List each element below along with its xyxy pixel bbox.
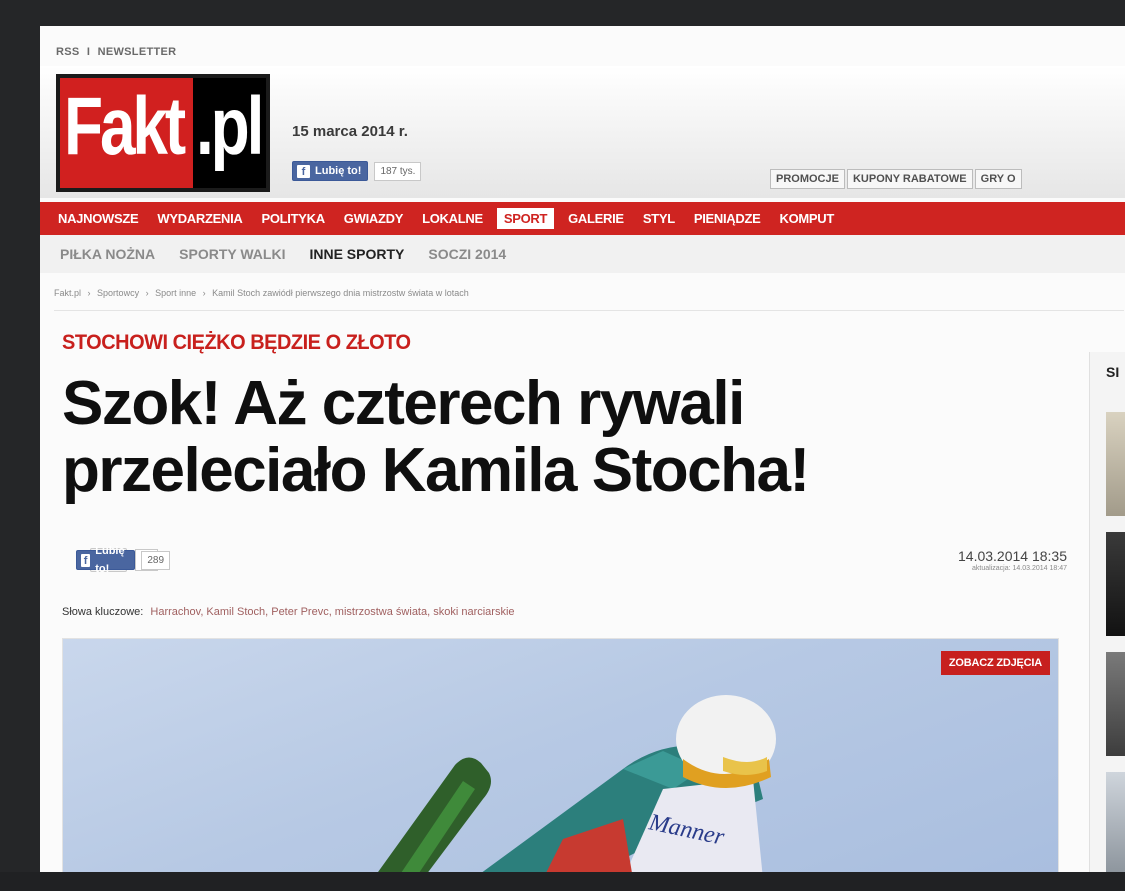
browser-page: RSS I NEWSLETTER Fakt .pl 15 marca 2014 … bbox=[40, 26, 1125, 872]
separator: I bbox=[86, 46, 91, 58]
article-photo[interactable]: Manner ZOBACZ ZDJĘCIA bbox=[62, 638, 1059, 872]
publish-info: 14.03.2014 18:35 aktualizacja: 14.03.201… bbox=[958, 548, 1067, 572]
breadcrumb-home[interactable]: Fakt.pl bbox=[54, 288, 81, 298]
nav-item-komputery[interactable]: KOMPUT bbox=[780, 211, 835, 226]
header-date: 15 marca 2014 r. bbox=[292, 123, 408, 140]
article-headline: Szok! Aż czterech rywali przeleciało Kam… bbox=[62, 369, 810, 505]
see-photos-button[interactable]: ZOBACZ ZDJĘCIA bbox=[940, 651, 1050, 675]
subnav-item-pilka-nozna[interactable]: PIŁKA NOŻNA bbox=[60, 246, 155, 262]
article-social-bar: f Lubię to! 289 g+1 0 bbox=[76, 545, 171, 575]
nav-item-wydarzenia[interactable]: WYDARZENIA bbox=[157, 211, 242, 226]
sidebar-thumbnail[interactable] bbox=[1106, 772, 1125, 872]
main-nav: NAJNOWSZE WYDARZENIA POLITYKA GWIAZDY LO… bbox=[40, 202, 1125, 235]
article-facebook-like: f Lubię to! 289 bbox=[76, 545, 171, 575]
sidebar-thumbnail[interactable] bbox=[1106, 652, 1125, 756]
header-link-promocje[interactable]: PROMOCJE bbox=[770, 169, 845, 189]
newsletter-link[interactable]: NEWSLETTER bbox=[98, 46, 177, 58]
nav-item-najnowsze[interactable]: NAJNOWSZE bbox=[58, 211, 139, 226]
sidebar-title: SI bbox=[1106, 364, 1120, 380]
sidebar: SI bbox=[1089, 352, 1125, 872]
ski-jumper-image: Manner bbox=[378, 695, 776, 872]
article-keywords: Słowa kluczowe: Harrachov, Kamil Stoch, … bbox=[62, 606, 515, 618]
subnav-item-sporty-walki[interactable]: SPORTY WALKI bbox=[179, 246, 285, 262]
nav-item-styl[interactable]: STYL bbox=[643, 211, 675, 226]
breadcrumb-sportowcy[interactable]: Sportowcy bbox=[97, 288, 139, 298]
breadcrumb: Fakt.pl › Sportowcy › Sport inne › Kamil… bbox=[54, 288, 473, 298]
update-date: aktualizacja: 14.03.2014 18:47 bbox=[972, 565, 1067, 572]
logo-text-pl: .pl bbox=[196, 81, 264, 172]
nav-item-pieniadze[interactable]: PIENIĄDZE bbox=[694, 211, 761, 226]
nav-item-galerie[interactable]: GALERIE bbox=[568, 211, 624, 226]
nav-item-sport[interactable]: SPORT bbox=[496, 208, 555, 229]
nav-item-lokalne[interactable]: LOKALNE bbox=[422, 211, 483, 226]
sidebar-thumbnail[interactable] bbox=[1106, 412, 1125, 516]
header-link-gry[interactable]: GRY O bbox=[974, 169, 1022, 189]
breadcrumb-separator: › bbox=[202, 288, 206, 298]
top-links: RSS I NEWSLETTER bbox=[54, 46, 178, 58]
facebook-like-count: 289 bbox=[141, 550, 171, 570]
facebook-like-label: Lubię to! bbox=[315, 165, 362, 177]
breadcrumb-current: Kamil Stoch zawiódł pierwszego dnia mist… bbox=[212, 288, 469, 298]
facebook-like-button[interactable]: f Lubię to! bbox=[76, 545, 136, 575]
article-kicker: STOCHOWI CIĘŻKO BĘDZIE O ZŁOTO bbox=[62, 331, 411, 354]
rss-link[interactable]: RSS bbox=[56, 46, 80, 58]
subnav-item-soczi[interactable]: SOCZI 2014 bbox=[428, 246, 506, 262]
facebook-icon: f bbox=[297, 164, 310, 178]
sub-nav: PIŁKA NOŻNA SPORTY WALKI INNE SPORTY SOC… bbox=[40, 235, 1125, 273]
logo-text-fakt: Fakt bbox=[64, 81, 186, 172]
facebook-like-label: Lubię to! bbox=[95, 545, 125, 575]
breadcrumb-sport-inne[interactable]: Sport inne bbox=[155, 288, 196, 298]
subnav-item-inne-sporty[interactable]: INNE SPORTY bbox=[309, 246, 404, 262]
facebook-like-count: 187 tys. bbox=[374, 161, 422, 181]
keywords-label: Słowa kluczowe: bbox=[62, 606, 144, 618]
sidebar-thumbnail[interactable] bbox=[1106, 532, 1125, 636]
bottom-bar bbox=[0, 872, 1125, 891]
header-links: PROMOCJE KUPONY RABATOWE GRY O bbox=[770, 169, 1024, 189]
breadcrumb-separator: › bbox=[145, 288, 149, 298]
site-logo[interactable]: Fakt .pl bbox=[56, 74, 270, 192]
nav-item-polityka[interactable]: POLITYKA bbox=[261, 211, 325, 226]
divider bbox=[54, 310, 1124, 311]
publish-date: 14.03.2014 18:35 bbox=[958, 548, 1067, 564]
keywords-list[interactable]: Harrachov, Kamil Stoch, Peter Prevc, mis… bbox=[150, 606, 514, 618]
header-facebook-like: f Lubię to! 187 tys. bbox=[292, 161, 422, 181]
breadcrumb-separator: › bbox=[87, 288, 91, 298]
facebook-like-button[interactable]: f Lubię to! bbox=[292, 161, 369, 181]
header-link-kupony[interactable]: KUPONY RABATOWE bbox=[846, 169, 973, 189]
facebook-icon: f bbox=[81, 553, 91, 567]
nav-item-gwiazdy[interactable]: GWIAZDY bbox=[344, 211, 404, 226]
